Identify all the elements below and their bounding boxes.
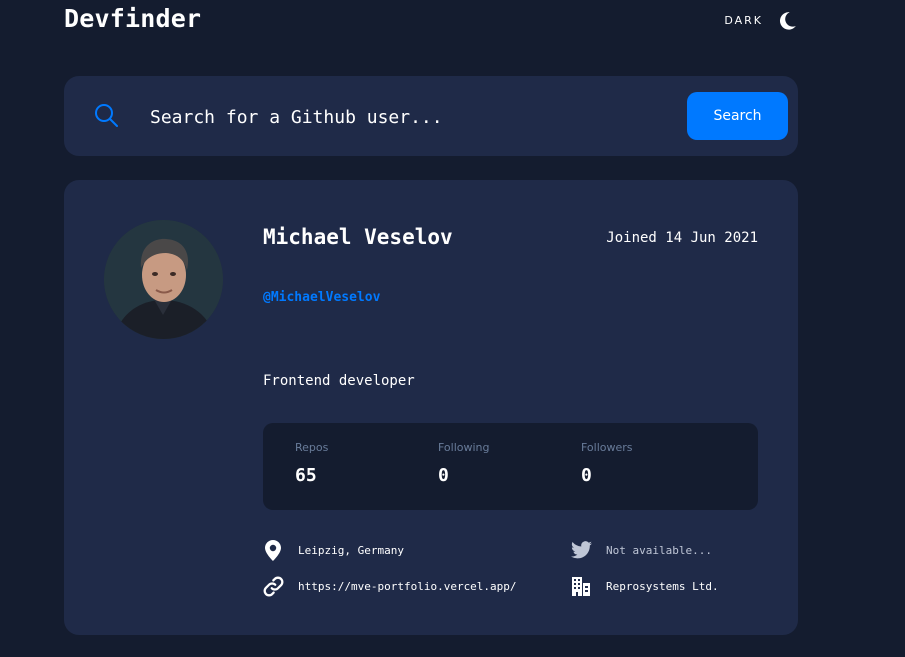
search-input[interactable] [148, 98, 672, 136]
joined-date: Joined 14 Jun 2021 [606, 230, 758, 246]
app-header: Devfinder DARK [64, 0, 798, 40]
avatar-image [104, 220, 223, 339]
stat-followers-value: 0 [581, 465, 592, 486]
app-logo: Devfinder [64, 4, 202, 33]
user-bio: Frontend developer [263, 373, 415, 389]
twitter-icon [570, 539, 592, 561]
link-icon [262, 575, 284, 597]
twitter-row: Not available... [570, 539, 712, 561]
theme-label: DARK [724, 13, 763, 27]
profile-card: Michael Veselov Joined 14 Jun 2021 @Mich… [64, 180, 798, 635]
avatar [104, 220, 223, 339]
twitter-text: Not available... [606, 543, 712, 557]
user-name: Michael Veselov [263, 225, 453, 249]
stat-followers-label: Followers [581, 441, 633, 454]
stats-panel: Repos 65 Following 0 Followers 0 [263, 423, 758, 510]
stat-following-label: Following [438, 441, 490, 454]
building-icon [570, 575, 592, 597]
stat-repos: Repos 65 [295, 441, 328, 486]
location-text: Leipzig, Germany [298, 543, 404, 557]
stat-following: Following 0 [438, 441, 490, 486]
stat-repos-label: Repos [295, 441, 329, 454]
company-text: Reprosystems Ltd. [606, 579, 719, 593]
stat-following-value: 0 [438, 465, 449, 486]
search-button[interactable]: Search [687, 92, 788, 140]
stat-followers: Followers 0 [581, 441, 633, 486]
company-row: Reprosystems Ltd. [570, 575, 719, 597]
search-icon [95, 104, 118, 127]
location-pin-icon [262, 539, 284, 561]
stat-repos-value: 65 [295, 465, 317, 486]
theme-toggle[interactable]: DARK [724, 9, 798, 31]
search-bar: Search [64, 76, 798, 156]
blog-row: https://mve-portfolio.vercel.app/ [262, 575, 517, 597]
user-login-link[interactable]: @MichaelVeselov [263, 290, 380, 305]
location-row: Leipzig, Germany [262, 539, 404, 561]
blog-link[interactable]: https://mve-portfolio.vercel.app/ [298, 580, 517, 593]
moon-icon [779, 11, 796, 30]
